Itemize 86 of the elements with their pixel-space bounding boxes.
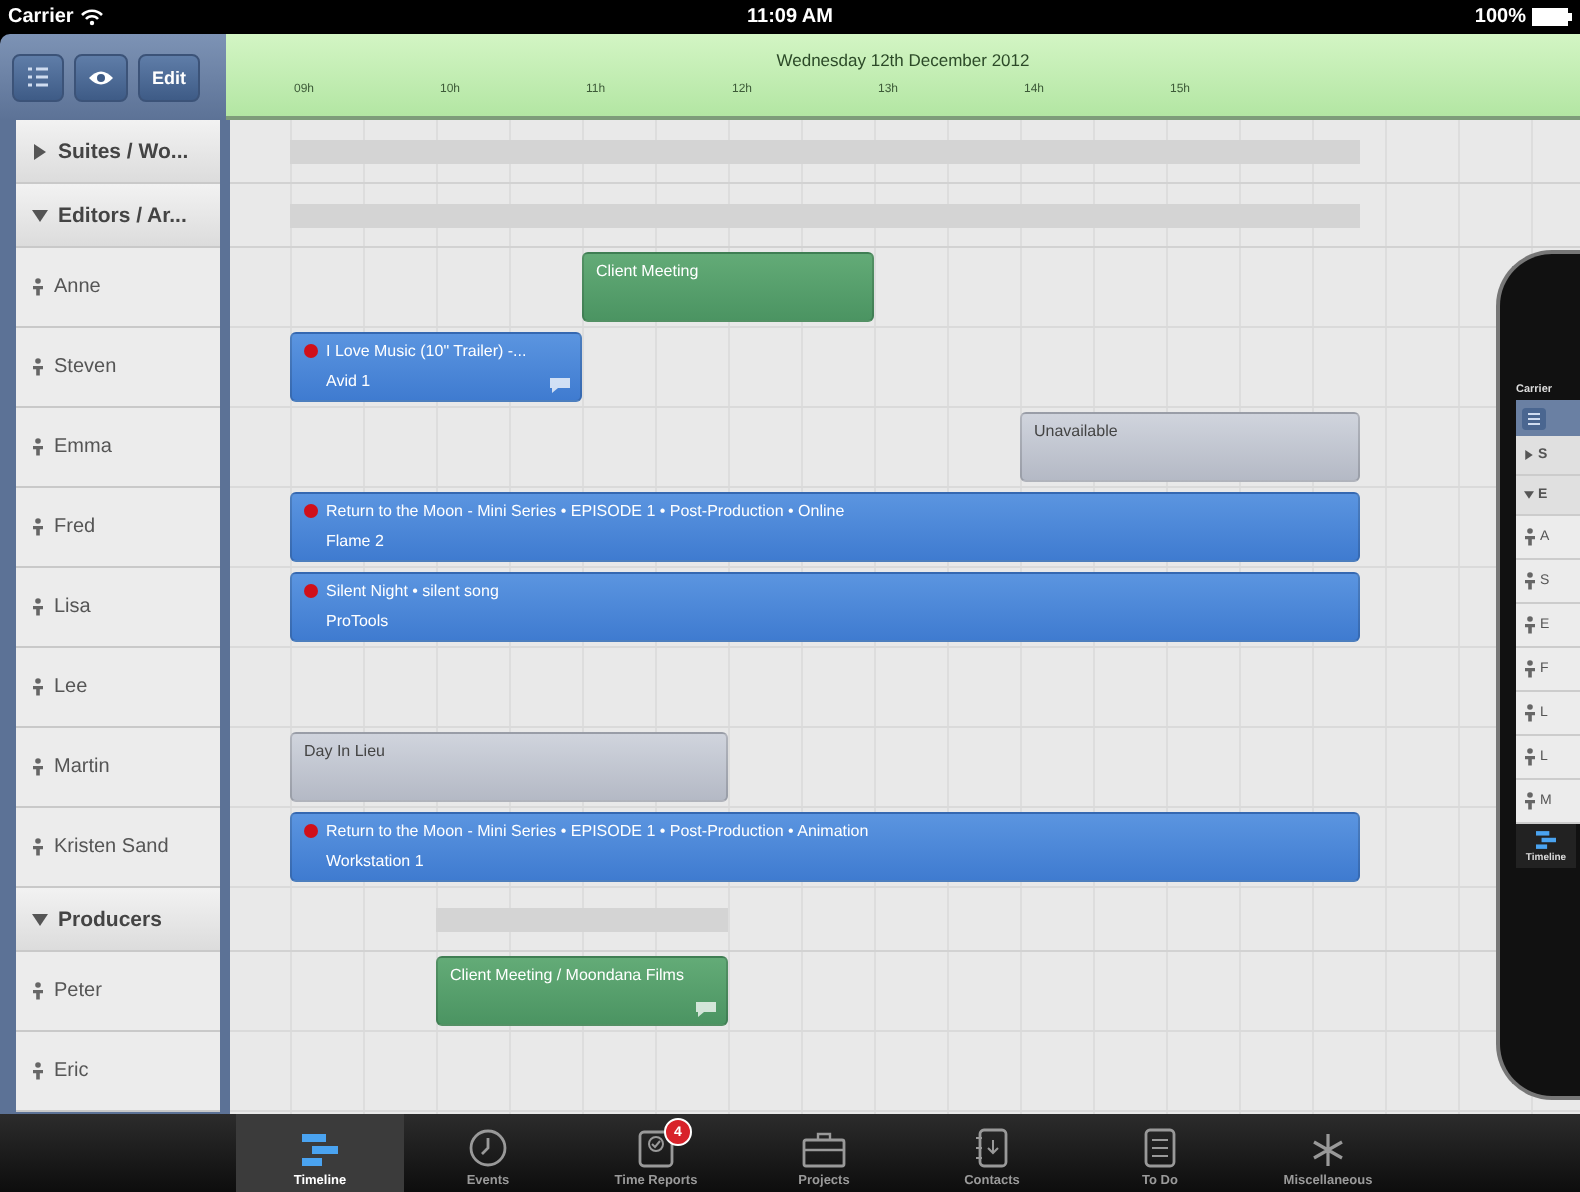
clipboard-check-icon (638, 1128, 674, 1168)
absence-block[interactable]: Day In Lieu (290, 732, 728, 802)
list-icon (1522, 407, 1546, 429)
person-icon (1524, 616, 1536, 634)
person-icon (1524, 528, 1536, 546)
group-label: Suites / Wo... (58, 139, 189, 163)
person-icon (32, 358, 44, 376)
view-button[interactable] (74, 53, 128, 101)
person-icon (1524, 748, 1536, 766)
asterisk-icon (1310, 1132, 1346, 1168)
absence-block[interactable]: Unavailable (1020, 412, 1361, 482)
event-title: Client Meeting / Moondana Films (450, 966, 684, 984)
person-name: Emma (54, 436, 112, 458)
person-name: Kristen Sand (54, 836, 169, 858)
event-title: Return to the Moon - Mini Series • EPISODE 1 • Post-Production • Online (326, 502, 845, 520)
carrier-label: Carrier (8, 6, 74, 28)
edit-button[interactable]: Edit (138, 53, 200, 101)
person-row[interactable]: Martin (16, 728, 220, 808)
person-icon (32, 982, 44, 1000)
expanded-triangle-icon[interactable] (1524, 490, 1534, 500)
eye-icon (88, 69, 114, 85)
battery-percentage: 100% (1474, 6, 1526, 28)
person-name: Peter (54, 980, 102, 1002)
person-name: Lee (54, 676, 88, 698)
person-row[interactable]: Peter (16, 952, 220, 1032)
person-name: Fred (54, 516, 96, 538)
person-icon (32, 1062, 44, 1080)
event-title: I Love Music (10" Trailer) -... (326, 342, 527, 360)
group-label: Producers (58, 907, 162, 931)
list-icon (26, 66, 50, 88)
event-title: Client Meeting (596, 262, 699, 280)
collapsed-triangle-icon[interactable] (32, 143, 48, 159)
person-row[interactable]: Fred (16, 488, 220, 568)
collapsed-triangle-icon[interactable] (1524, 450, 1534, 460)
timeline-icon (300, 1132, 340, 1168)
person-icon (1524, 704, 1536, 722)
expanded-triangle-icon[interactable] (32, 207, 48, 223)
event-title: Day In Lieu (304, 742, 385, 760)
person-icon (32, 678, 44, 696)
date-title: Wednesday 12th December 2012 (776, 50, 1030, 70)
clock-time: 11:09 AM (747, 6, 833, 28)
person-name: Steven (54, 356, 117, 378)
person-icon (1524, 792, 1536, 810)
person-name: Eric (54, 1060, 89, 1082)
person-name: Martin (54, 756, 110, 778)
timeline-icon (1534, 829, 1558, 849)
event-location: Workstation 1 (324, 852, 426, 870)
person-icon (32, 438, 44, 456)
person-row[interactable]: Eric (16, 1032, 220, 1112)
group-header[interactable]: Producers (16, 888, 220, 952)
event-location: Flame 2 (324, 532, 386, 550)
person-icon (32, 838, 44, 856)
clock-icon (468, 1128, 508, 1168)
person-icon (32, 598, 44, 616)
booking-block[interactable]: Return to the Moon - Mini Series • EPISODE 1 • Post-Production • Online Flame 2 (290, 492, 1361, 562)
person-row[interactable]: Steven (16, 328, 220, 408)
event-title: Silent Night • silent song (326, 582, 499, 600)
person-row[interactable]: Emma (16, 408, 220, 488)
booking-block[interactable]: I Love Music (10" Trailer) -... Avid 1 (290, 332, 582, 402)
event-title: Return to the Moon - Mini Series • EPISODE 1 • Post-Production • Animation (326, 822, 869, 840)
briefcase-icon (802, 1132, 846, 1168)
address-book-icon (974, 1128, 1010, 1168)
person-icon (1524, 572, 1536, 590)
booking-block[interactable]: Return to the Moon - Mini Series • EPISODE 1 • Post-Production • Animation Workstation 1 (290, 812, 1361, 882)
event-location: Avid 1 (324, 372, 373, 390)
person-row[interactable]: Anne (16, 248, 220, 328)
person-row[interactable]: Kristen Sand (16, 808, 220, 888)
person-icon (32, 278, 44, 296)
list-view-button[interactable] (12, 53, 64, 101)
expanded-triangle-icon[interactable] (32, 911, 48, 927)
group-label: Editors / Ar... (58, 203, 187, 227)
person-name: Anne (54, 276, 101, 298)
person-row[interactable]: Lisa (16, 568, 220, 648)
group-header[interactable]: Suites / Wo... (16, 120, 220, 184)
event-location: ProTools (324, 612, 391, 630)
person-icon (32, 758, 44, 776)
battery-icon (1532, 8, 1572, 26)
group-header[interactable]: Editors / Ar... (16, 184, 220, 248)
event-title: Unavailable (1034, 422, 1118, 440)
person-icon (1524, 660, 1536, 678)
person-icon (32, 518, 44, 536)
person-name: Lisa (54, 596, 91, 618)
document-list-icon (1144, 1128, 1176, 1168)
wifi-icon (79, 8, 104, 26)
person-row[interactable]: Lee (16, 648, 220, 728)
booking-block[interactable]: Silent Night • silent song ProTools (290, 572, 1361, 642)
